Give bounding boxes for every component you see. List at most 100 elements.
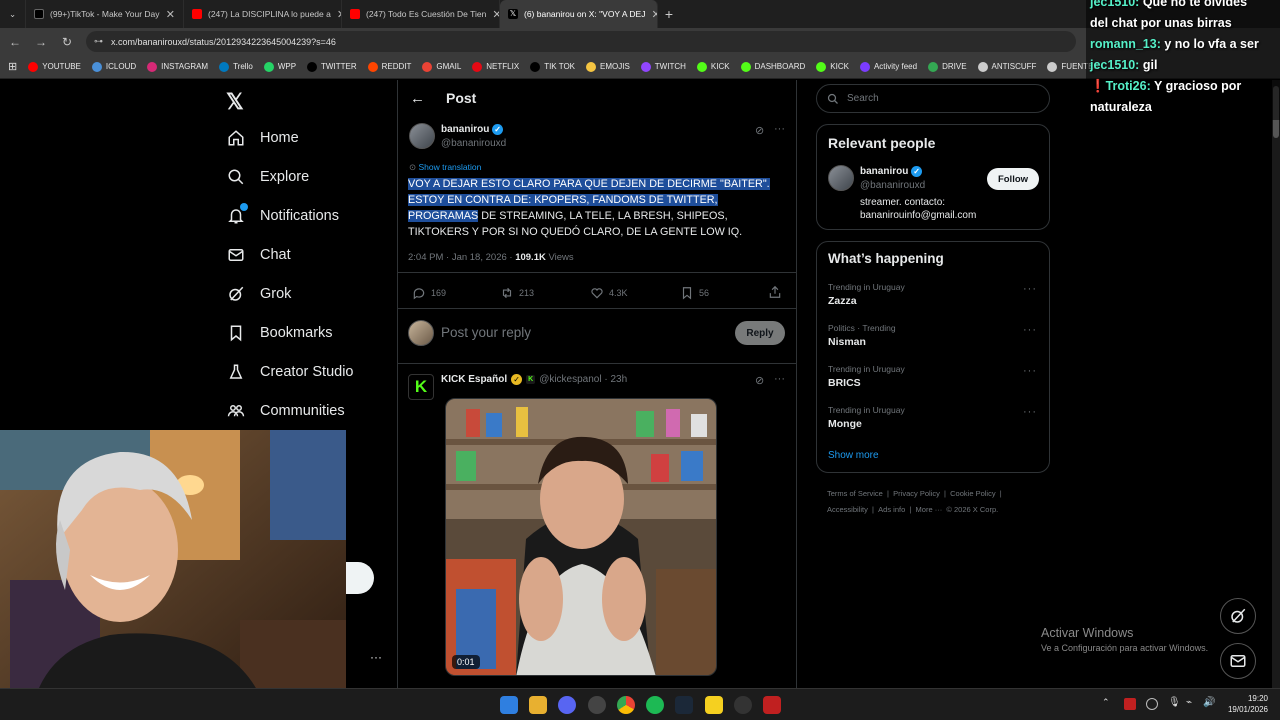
more-options-icon[interactable]: ··· <box>774 373 785 385</box>
bookmark-item[interactable]: YOUTUBE <box>28 61 81 72</box>
reply-action[interactable]: 169 <box>412 286 446 300</box>
sidebar-item-communities[interactable]: Communities <box>226 401 345 421</box>
page-scrollbar[interactable] <box>1272 80 1280 688</box>
bookmark-item[interactable]: TWITCH <box>640 61 686 72</box>
trend-item[interactable]: Trending in Uruguay BRICS <box>828 364 1038 389</box>
grok-icon[interactable]: ⊘ <box>755 124 764 137</box>
bookmark-item[interactable]: Activity feed <box>859 61 917 72</box>
browser-tab[interactable]: (247) Todo Es Cuestión De Tien ✕ <box>342 0 500 28</box>
sidebar-item-grok[interactable]: Grok <box>226 284 291 304</box>
grok-floating-button[interactable] <box>1220 598 1256 634</box>
grok-icon[interactable]: ⊘ <box>755 374 764 387</box>
bio-email[interactable]: bananirouinfo@gmail.com <box>860 209 976 222</box>
tray-app-icon[interactable] <box>1146 698 1158 710</box>
trend-item[interactable]: Politics · Trending Nisman <box>828 323 1038 348</box>
browser-tab[interactable]: (247) La DISCIPLINA lo puede a ✕ <box>184 0 342 28</box>
bookmark-item[interactable]: Trello <box>219 61 253 72</box>
sidebar-item-chat[interactable]: Chat <box>226 245 291 265</box>
footer-link[interactable]: More ··· <box>916 505 943 514</box>
trend-item[interactable]: Trending in Uruguay Zazza <box>828 282 1038 307</box>
more-options-icon[interactable]: ··· <box>370 650 382 664</box>
like-action[interactable]: 4.3K <box>590 286 628 300</box>
author-handle[interactable]: @bananirouxd <box>441 138 506 149</box>
messages-floating-button[interactable] <box>1220 643 1256 679</box>
footer-link[interactable]: Terms of Service <box>827 489 883 498</box>
footer-link[interactable]: Privacy Policy <box>893 489 940 498</box>
browser-tab[interactable]: (99+)TikTok - Make Your Day ✕ <box>26 0 184 28</box>
bookmark-item[interactable]: DASHBOARD <box>740 61 805 72</box>
forward-icon[interactable]: → <box>34 35 48 49</box>
clock[interactable]: 19:20 19/01/2026 <box>1224 693 1268 715</box>
reply-author-row[interactable]: KICK Español ✓ K @kickespanol · 23h <box>441 374 627 385</box>
bookmark-item[interactable]: TIK TOK <box>530 61 575 72</box>
obs-icon[interactable] <box>734 696 752 714</box>
post-time[interactable]: 2:04 PM · Jan 18, 2026 · <box>408 252 515 263</box>
footer-link[interactable]: Cookie Policy <box>950 489 995 498</box>
browser-tab-active[interactable]: 𝕏 (6) bananirou on X: "VOY A DEJ ✕ <box>500 0 658 28</box>
reply-button[interactable]: Reply <box>735 321 785 345</box>
steam-icon[interactable] <box>675 696 693 714</box>
close-icon[interactable]: ✕ <box>166 8 175 21</box>
reload-icon[interactable]: ↻ <box>60 35 74 49</box>
tray-app-icon[interactable] <box>1124 698 1136 710</box>
bookmark-item[interactable]: ICLOUD <box>91 61 136 72</box>
url-field[interactable]: ⊶ x.com/bananirouxd/status/2012934223645… <box>86 31 1076 52</box>
bookmark-item[interactable]: KICK <box>696 61 730 72</box>
bookmark-item[interactable]: NETFLIX <box>472 61 519 72</box>
trend-item[interactable]: Trending in Uruguay Monge <box>828 405 1038 430</box>
bookmark-action[interactable]: 56 <box>680 286 709 300</box>
site-info-icon[interactable]: ⊶ <box>94 36 103 47</box>
apps-grid-icon[interactable]: ⊞ <box>8 60 17 73</box>
reply-input[interactable]: Post your reply <box>441 325 531 340</box>
follow-button[interactable]: Follow <box>987 168 1039 190</box>
bookmark-item[interactable]: DRIVE <box>928 61 967 72</box>
video-player[interactable]: 0:01 <box>445 398 717 676</box>
author-name-row[interactable]: bananirou ✓ <box>441 124 504 135</box>
search-input[interactable]: Search <box>816 84 1050 113</box>
share-icon[interactable] <box>768 285 782 304</box>
bookmark-item[interactable]: TWITTER <box>307 61 357 72</box>
avatar[interactable] <box>828 165 854 191</box>
show-translation-link[interactable]: ⊙ Show translation <box>409 162 481 173</box>
sidebar-item-bookmarks[interactable]: Bookmarks <box>226 323 333 343</box>
discord-icon[interactable] <box>558 696 576 714</box>
bookmark-item[interactable]: REDDIT <box>367 61 411 72</box>
chrome-icon[interactable] <box>617 696 635 714</box>
bookmark-item[interactable]: EMOJIS <box>586 61 630 72</box>
post-button[interactable] <box>346 562 374 594</box>
avatar[interactable] <box>409 123 435 149</box>
more-options-icon[interactable]: ··· <box>1023 283 1037 295</box>
tab-search-button[interactable]: ⌄ <box>0 0 26 28</box>
network-icon[interactable]: ⌁ <box>1186 697 1192 708</box>
kick-avatar[interactable]: K <box>408 374 434 400</box>
spotify-icon[interactable] <box>646 696 664 714</box>
file-explorer-icon[interactable] <box>529 696 547 714</box>
sidebar-item-home[interactable]: Home <box>226 128 299 148</box>
more-options-icon[interactable]: ··· <box>1023 365 1037 377</box>
microphone-icon[interactable]: 🎙 <box>1168 697 1181 708</box>
app-icon[interactable] <box>763 696 781 714</box>
more-options-icon[interactable]: ··· <box>774 123 785 135</box>
notes-icon[interactable] <box>705 696 723 714</box>
show-more-link[interactable]: Show more <box>828 450 879 461</box>
more-options-icon[interactable]: ··· <box>1023 406 1037 418</box>
back-arrow-icon[interactable]: ← <box>410 90 425 107</box>
x-logo-icon[interactable]: 𝕏 <box>226 89 244 115</box>
app-icon[interactable] <box>588 696 606 714</box>
repost-action[interactable]: 213 <box>500 286 534 300</box>
footer-link[interactable]: Ads info <box>878 505 905 514</box>
bookmark-item[interactable]: KICK <box>816 61 849 72</box>
bookmark-item[interactable]: INSTAGRAM <box>147 61 208 72</box>
start-menu-icon[interactable] <box>500 696 518 714</box>
footer-link[interactable]: Accessibility <box>827 505 868 514</box>
bookmark-item[interactable]: GMAIL <box>422 61 461 72</box>
my-avatar[interactable] <box>408 320 434 346</box>
new-tab-icon[interactable]: + <box>658 6 680 22</box>
more-options-icon[interactable]: ··· <box>1023 324 1037 336</box>
sidebar-item-notifications[interactable]: Notifications <box>226 203 339 226</box>
back-icon[interactable]: ← <box>8 35 22 49</box>
sidebar-item-creator-studio[interactable]: Creator Studio <box>226 362 354 382</box>
chevron-up-icon[interactable]: ⌃ <box>1102 697 1110 708</box>
sidebar-item-explore[interactable]: Explore <box>226 167 309 187</box>
volume-icon[interactable]: 🔊 <box>1203 697 1215 708</box>
